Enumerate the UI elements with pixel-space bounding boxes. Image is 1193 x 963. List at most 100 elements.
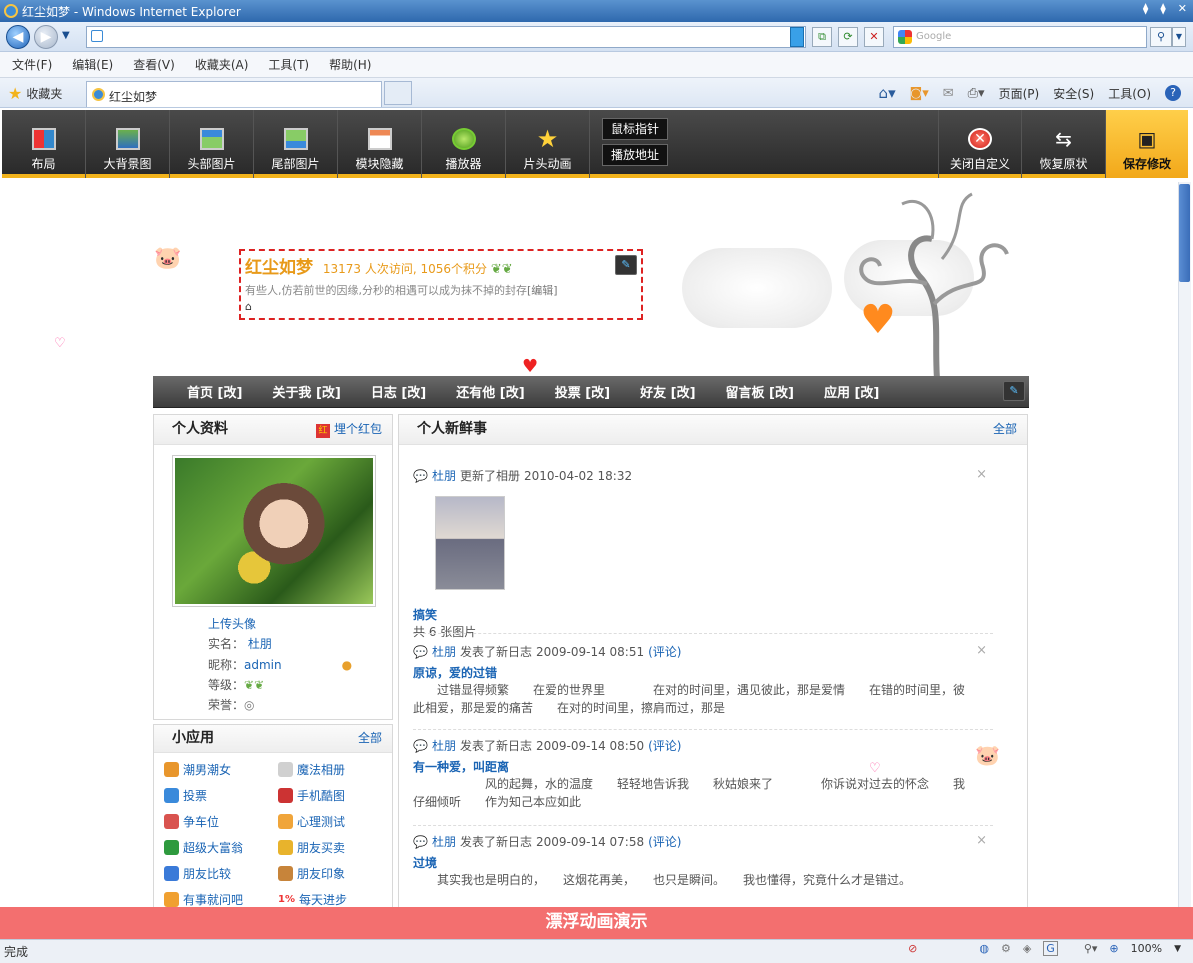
footer-image-button[interactable]: 尾部图片 (254, 110, 338, 178)
menu-edit[interactable]: 编辑(E) (72, 56, 113, 73)
home-small-icon[interactable]: ⌂ (245, 300, 637, 313)
comment-link[interactable]: (评论) (648, 737, 681, 754)
edit-nav-icon[interactable]: ✎ (1003, 381, 1025, 401)
delete-icon[interactable]: × (976, 467, 987, 482)
app-item[interactable]: 潮男潮女 (164, 761, 274, 778)
header-image-button[interactable]: 头部图片 (170, 110, 254, 178)
nav-vote[interactable]: 投票 [改] (555, 382, 610, 401)
comment-link[interactable]: (评论) (648, 833, 681, 850)
bulb-icon[interactable]: ● (342, 658, 352, 672)
page-menu[interactable]: 页面(P) (999, 85, 1040, 102)
minimize-icon[interactable]: ⧫ (1143, 2, 1148, 15)
popup-blocker-icon[interactable]: ⊘ (908, 942, 917, 955)
menu-tools[interactable]: 工具(T) (268, 56, 309, 73)
home-icon[interactable]: ⌂▾ (879, 84, 896, 102)
refresh-icon[interactable]: ⟳ (838, 27, 858, 47)
app-item[interactable]: 超级大富翁 (164, 839, 274, 856)
tab-current[interactable]: 红尘如梦 (86, 81, 382, 107)
apps-all-link[interactable]: 全部 (358, 725, 382, 752)
scrollbar-thumb[interactable] (1179, 184, 1190, 282)
redpacket-link[interactable]: 红埋个红包 (315, 415, 382, 444)
gear-icon[interactable]: ⚙ (1001, 942, 1011, 955)
nav-apps[interactable]: 应用 [改] (824, 382, 879, 401)
back-button[interactable]: ◀ (6, 25, 30, 49)
address-bar[interactable] (86, 26, 806, 48)
scrollbar[interactable] (1178, 182, 1191, 907)
app-item[interactable]: 心理测试 (278, 813, 388, 830)
app-item[interactable]: 魔法相册 (278, 761, 388, 778)
menu-favorites[interactable]: 收藏夹(A) (195, 56, 249, 73)
feed-user[interactable]: 杜朋 (432, 737, 456, 754)
app-item[interactable]: 朋友买卖 (278, 839, 388, 856)
delete-icon[interactable]: × (976, 643, 987, 658)
feed-user[interactable]: 杜朋 (432, 833, 456, 850)
bg-image-button[interactable]: 大背景图 (86, 110, 170, 178)
nav-more[interactable]: 还有他 [改] (456, 382, 524, 401)
avatar[interactable] (172, 455, 376, 607)
nav-home[interactable]: 首页 [改] (187, 382, 242, 401)
favorites-button[interactable]: ★ 收藏夹 (8, 84, 62, 103)
maximize-icon[interactable]: ⧫ (1160, 2, 1165, 15)
feed-user[interactable]: 杜朋 (432, 467, 456, 484)
entry-title[interactable]: 原谅，爱的过错 (413, 664, 999, 681)
layout-button[interactable]: 布局 (2, 110, 86, 178)
nav-guestbook[interactable]: 留言板 [改] (726, 382, 794, 401)
app-item[interactable]: 投票 (164, 787, 274, 804)
nav-friends[interactable]: 好友 [改] (640, 382, 695, 401)
save-button[interactable]: ▣ 保存修改 (1106, 110, 1188, 178)
menu-help[interactable]: 帮助(H) (329, 56, 371, 73)
search-input[interactable]: Google (893, 26, 1147, 48)
intro-animation-button[interactable]: ★ 片头动画 (506, 110, 590, 178)
tools-menu[interactable]: 工具(O) (1108, 85, 1151, 102)
album-title[interactable]: 搞笑 (413, 606, 999, 623)
zoom-level[interactable]: 100% (1131, 942, 1162, 955)
nav-blog[interactable]: 日志 [改] (371, 382, 426, 401)
search-options-icon[interactable]: ▼ (1172, 27, 1186, 47)
menu-view[interactable]: 查看(V) (133, 56, 175, 73)
close-customize-button[interactable]: ✕ 关闭自定义 (938, 110, 1022, 178)
history-dropdown-icon[interactable]: ▼ (62, 30, 70, 41)
print-icon[interactable]: ⎙▾ (968, 86, 985, 101)
comment-link[interactable]: (评论) (648, 643, 681, 660)
stop-icon[interactable]: ✕ (864, 27, 884, 47)
forward-button[interactable]: ▶ (34, 25, 58, 49)
app-item[interactable]: 手机酷图 (278, 787, 388, 804)
compat-icon[interactable] (790, 27, 804, 47)
app-item[interactable]: 有事就问吧 (164, 891, 274, 907)
menu-file[interactable]: 文件(F) (12, 56, 52, 73)
shield-icon[interactable]: ◈ (1023, 942, 1031, 955)
app-item[interactable]: 朋友印象 (278, 865, 388, 882)
player-button[interactable]: 播放器 (422, 110, 506, 178)
module-hide-button[interactable]: 模块隐藏 (338, 110, 422, 178)
safety-menu[interactable]: 安全(S) (1053, 85, 1094, 102)
floating-animation-banner[interactable]: 漂浮动画演示 (0, 907, 1193, 939)
feed-all-link[interactable]: 全部 (993, 415, 1017, 444)
zoom-dropdown-icon[interactable]: ▼ (1174, 944, 1181, 954)
app-item[interactable]: 争车位 (164, 813, 274, 830)
feeds-icon[interactable]: ◙▾ (910, 86, 929, 101)
edit-signature-link[interactable]: [编辑] (527, 284, 558, 297)
entry-title[interactable]: 过境 (413, 854, 999, 871)
search-icon[interactable]: ⚲ (1150, 27, 1172, 47)
zoom-icon[interactable]: ⊕ (1109, 942, 1118, 955)
app-item[interactable]: 1% 每天进步 (278, 891, 388, 907)
realname-value[interactable]: 杜朋 (248, 637, 272, 651)
new-tab-button[interactable] (384, 81, 412, 105)
entry-title[interactable]: 有一种爱，叫距离 (413, 758, 999, 775)
edit-profile-icon[interactable]: ✎ (615, 255, 637, 275)
app-item[interactable]: 朋友比较 (164, 865, 274, 882)
nick-value[interactable]: admin (244, 658, 282, 672)
feed-user[interactable]: 杜朋 (432, 643, 456, 660)
restore-button[interactable]: ⇆ 恢复原状 (1022, 110, 1106, 178)
mail-icon[interactable]: ✉ (943, 86, 954, 101)
close-icon[interactable]: ✕ (1178, 2, 1187, 15)
nav-about[interactable]: 关于我 [改] (272, 382, 340, 401)
album-thumbnail[interactable] (435, 496, 505, 590)
delete-icon[interactable]: × (976, 833, 987, 848)
upload-avatar-link[interactable]: 上传头像 (208, 617, 256, 631)
protected-mode-icon[interactable]: ⚲▾ (1084, 942, 1098, 955)
google-toolbar-icon[interactable]: G (1043, 941, 1058, 956)
cursor-button[interactable]: 鼠标指针 (602, 118, 668, 140)
play-url-button[interactable]: 播放地址 (602, 144, 668, 166)
rss-icon[interactable]: ⧉ (812, 27, 832, 47)
